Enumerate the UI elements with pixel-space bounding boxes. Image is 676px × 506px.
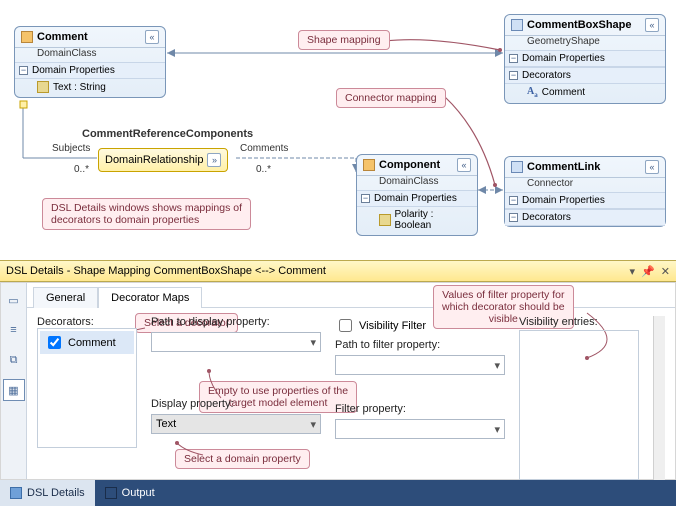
section-heading: Domain Properties	[522, 53, 605, 64]
decorator-checkbox[interactable]	[48, 336, 61, 349]
vtab-4-selected[interactable]: ▦	[3, 379, 25, 401]
label-filter-property: Filter property:	[335, 403, 505, 415]
node-title: Component	[379, 159, 440, 171]
vertical-toolbar: ▭ ≡ ⧉ ▦	[1, 283, 27, 479]
section-heading: Decorators	[522, 70, 571, 81]
decorator-list-item[interactable]: Comment	[40, 331, 134, 354]
class-icon	[363, 159, 375, 171]
expand-icon[interactable]: −	[361, 194, 370, 203]
dropdown-filter-property[interactable]: ▾	[335, 419, 505, 439]
relationship-heading: CommentReferenceComponents	[82, 128, 253, 140]
chevron-down-icon: ▾	[310, 336, 316, 349]
expand-icon[interactable]: »	[207, 153, 221, 167]
node-subtitle: GeometryShape	[505, 36, 665, 50]
node-component[interactable]: Component « DomainClass −Domain Properti…	[356, 154, 478, 236]
property-text: Polarity : Boolean	[395, 209, 470, 231]
chevron-down-icon: ▾	[494, 359, 500, 372]
callout-dsl-windows: DSL Details windows shows mappings of de…	[42, 198, 251, 230]
role-right: Comments	[240, 143, 288, 154]
checkbox-visibility-filter[interactable]	[339, 319, 352, 332]
relationship-label: DomainRelationship	[105, 154, 203, 166]
decorator-label: Comment	[542, 87, 585, 98]
label-visibility-filter: Visibility Filter	[359, 320, 426, 332]
tab-label: DSL Details	[27, 487, 85, 499]
expand-icon[interactable]: −	[509, 54, 518, 63]
label-visibility-entries: Visibility entries:	[519, 316, 639, 328]
pin-icon[interactable]: 📌	[641, 265, 655, 278]
node-subtitle: DomainClass	[15, 48, 165, 62]
output-icon	[105, 487, 117, 499]
label-decorators: Decorators:	[37, 316, 137, 328]
tabs: General Decorator Maps	[27, 283, 675, 308]
node-commentboxshape[interactable]: CommentBoxShape « GeometryShape −Domain …	[504, 14, 666, 104]
details-panel: ▭ ≡ ⧉ ▦ General Decorator Maps Select a …	[0, 282, 676, 480]
node-comment[interactable]: Comment « DomainClass −Domain Properties…	[14, 26, 166, 98]
label-path-filter: Path to filter property:	[335, 339, 505, 351]
dropdown-icon[interactable]: ▾	[630, 265, 636, 278]
node-subtitle: DomainClass	[357, 176, 477, 190]
node-title: CommentLink	[527, 161, 600, 173]
node-subtitle: Connector	[505, 178, 665, 192]
details-titlebar: DSL Details - Shape Mapping CommentBoxSh…	[0, 260, 676, 282]
role-left: Subjects	[52, 143, 90, 154]
chevron-down-icon: ▾	[310, 418, 316, 431]
class-icon	[21, 31, 33, 43]
section-heading: Domain Properties	[522, 195, 605, 206]
node-commentlink[interactable]: CommentLink « Connector −Domain Properti…	[504, 156, 666, 227]
window-icon	[10, 487, 22, 499]
visibility-entries-list[interactable]	[519, 330, 639, 480]
shape-icon	[511, 19, 523, 31]
callout-shape-mapping: Shape mapping	[298, 30, 390, 50]
section-heading: Decorators	[522, 212, 571, 223]
property-text: Text : String	[53, 82, 106, 93]
chevron-down-icon: ▾	[494, 423, 500, 436]
vtab-1[interactable]: ▭	[3, 289, 25, 311]
details-title-text: DSL Details - Shape Mapping CommentBoxSh…	[6, 265, 326, 277]
tab-decorator-maps[interactable]: Decorator Maps	[98, 287, 202, 308]
collapse-icon[interactable]: «	[645, 18, 659, 32]
section-heading: Domain Properties	[374, 193, 457, 204]
diagram-canvas[interactable]: Comment « DomainClass −Domain Properties…	[0, 0, 676, 260]
expand-icon[interactable]: −	[509, 196, 518, 205]
mult-right: 0..*	[256, 164, 271, 175]
close-icon[interactable]: ✕	[661, 265, 670, 278]
tab-general[interactable]: General	[33, 287, 98, 308]
node-domainrelationship[interactable]: DomainRelationship »	[98, 148, 228, 172]
node-title: Comment	[37, 31, 88, 43]
collapse-icon[interactable]: «	[145, 30, 159, 44]
dropdown-path-filter[interactable]: ▾	[335, 355, 505, 375]
label-path-display: Path to display property:	[151, 316, 321, 328]
label-display-property: Display property:	[151, 398, 321, 410]
mult-left: 0..*	[74, 164, 89, 175]
callout-connector-mapping: Connector mapping	[336, 88, 446, 108]
expand-icon[interactable]: −	[19, 66, 28, 75]
collapse-icon[interactable]: «	[645, 160, 659, 174]
section-heading: Domain Properties	[32, 65, 115, 76]
collapse-icon[interactable]: «	[457, 158, 471, 172]
property-icon	[379, 214, 391, 226]
vtab-3[interactable]: ⧉	[3, 349, 25, 371]
decorator-text-icon: Aa	[527, 86, 538, 99]
expand-icon[interactable]: −	[509, 213, 518, 222]
decorator-name: Comment	[68, 337, 116, 349]
dropdown-display-property[interactable]: Text ▾	[151, 414, 321, 434]
property-icon	[37, 81, 49, 93]
expand-icon[interactable]: −	[509, 71, 518, 80]
tab-dsl-details[interactable]: DSL Details	[0, 480, 95, 506]
dropdown-value: Text	[156, 418, 176, 430]
decorator-list[interactable]: Comment	[37, 328, 137, 448]
tab-output[interactable]: Output	[95, 480, 165, 506]
tab-label: Output	[122, 487, 155, 499]
scrollbar[interactable]	[653, 316, 665, 480]
node-title: CommentBoxShape	[527, 19, 632, 31]
bottom-tab-bar: DSL Details Output	[0, 480, 676, 506]
vtab-2[interactable]: ≡	[3, 319, 25, 341]
dropdown-path-display[interactable]: ▾	[151, 332, 321, 352]
connector-icon	[511, 161, 523, 173]
